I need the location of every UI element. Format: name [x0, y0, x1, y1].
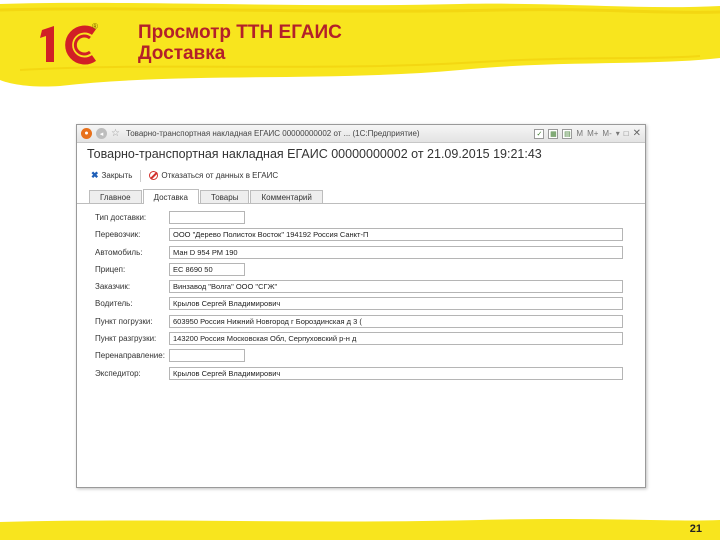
link-icon[interactable]: ✓ [534, 128, 545, 139]
slide: ® Просмотр ТТН ЕГАИС Доставка ● ◂ ☆ Това… [0, 0, 720, 540]
trailer-label: Прицеп: [95, 264, 126, 274]
form-row-vehicle: Автомобиль: Ман D 954 РМ 190 [77, 245, 645, 262]
form-row-carrier: Перевозчик: ООО "Дерево Полисток Восток"… [77, 227, 645, 244]
menu-chevron-icon[interactable]: ▾ [616, 129, 620, 138]
toolbar-separator [140, 169, 142, 182]
vehicle-field[interactable]: Ман D 954 РМ 190 [169, 245, 623, 259]
command-bar: ✖ Закрыть Отказаться от данных в ЕГАИС [77, 165, 645, 183]
vehicle-label: Автомобиль: [95, 247, 143, 257]
close-button[interactable]: ✖ Закрыть [91, 170, 132, 181]
tab-comment[interactable]: Комментарий [250, 190, 323, 203]
favorite-star-icon[interactable]: ☆ [111, 128, 120, 139]
logo-registered-mark: ® [92, 22, 98, 31]
close-button-label: Закрыть [101, 171, 133, 180]
calendar-icon[interactable]: ▦ [548, 128, 559, 139]
customer-label: Заказчик: [95, 282, 131, 292]
form-row-customer: Заказчик: Винзавод "Волга" ООО "СГЖ" [77, 279, 645, 296]
form-row-loading-point: Пункт погрузки: 603950 Россия Нижний Нов… [77, 314, 645, 331]
memory-minus-button[interactable]: M- [602, 129, 611, 138]
close-x-icon: ✖ [91, 170, 99, 180]
form-row-unloading-point: Пункт разгрузки: 143200 Россия Московска… [77, 331, 645, 348]
unloading-point-field[interactable]: 143200 Россия Московская Обл, Серпуховск… [169, 332, 623, 346]
prohibited-icon [149, 171, 159, 180]
slide-title-line2: Доставка [138, 43, 226, 64]
1c-logo [40, 25, 97, 65]
document-window: ● ◂ ☆ Товарно-транспортная накладная ЕГА… [76, 124, 646, 488]
back-icon[interactable]: ◂ [96, 128, 107, 139]
reject-data-label: Отказаться от данных в ЕГАИС [161, 171, 279, 180]
form-row-driver: Водитель: Крылов Сергей Владимирович [77, 296, 645, 313]
carrier-field[interactable]: ООО "Дерево Полисток Восток" 194192 Росс… [169, 228, 623, 242]
close-icon[interactable]: ✕ [633, 128, 641, 139]
memory-plus-button[interactable]: M+ [587, 129, 598, 138]
forwarder-label: Экспедитор: [95, 368, 141, 378]
form-row-forwarder: Экспедитор: Крылов Сергей Владимирович [77, 366, 645, 383]
driver-field[interactable]: Крылов Сергей Владимирович [169, 297, 623, 311]
window-controls: ✓ ▦ ▤ M M+ M- ▾ □ ✕ [534, 128, 641, 139]
loading-point-label: Пункт погрузки: [95, 316, 153, 326]
redirect-field[interactable] [169, 349, 245, 363]
page-number: 21 [689, 523, 702, 535]
form-row-trailer: Прицеп: ЕС 8690 50 [77, 262, 645, 279]
slide-title: Просмотр ТТН ЕГАИС Доставка [138, 22, 342, 64]
footer-strip [0, 519, 720, 540]
trailer-field[interactable]: ЕС 8690 50 [169, 262, 245, 276]
customer-field[interactable]: Винзавод "Волга" ООО "СГЖ" [169, 280, 623, 294]
tab-bar: Главное Доставка Товары Комментарий [77, 189, 645, 204]
window-titlebar: ● ◂ ☆ Товарно-транспортная накладная ЕГА… [77, 125, 645, 143]
loading-point-field[interactable]: 603950 Россия Нижний Новгород г Бороздин… [169, 314, 623, 328]
carrier-label: Перевозчик: [95, 230, 141, 240]
restore-button[interactable]: □ [624, 129, 629, 138]
redirect-label: Перенаправление: [95, 351, 165, 361]
unloading-point-label: Пункт разгрузки: [95, 334, 157, 344]
app-menu-icon[interactable]: ● [81, 128, 92, 139]
tab-goods[interactable]: Товары [199, 190, 250, 203]
window-title: Товарно-транспортная накладная ЕГАИС 000… [125, 129, 420, 138]
slide-title-line1: Просмотр ТТН ЕГАИС [138, 22, 342, 43]
reject-data-button[interactable]: Отказаться от данных в ЕГАИС [149, 171, 278, 180]
document-title: Товарно-транспортная накладная ЕГАИС 000… [87, 147, 542, 161]
delivery-type-label: Тип доставки: [95, 213, 147, 222]
memory-button[interactable]: M [576, 129, 583, 138]
form-row-delivery-type: Тип доставки: [77, 210, 645, 227]
tab-delivery[interactable]: Доставка [142, 189, 199, 204]
tab-main[interactable]: Главное [89, 190, 142, 203]
forwarder-field[interactable]: Крылов Сергей Владимирович [169, 366, 623, 380]
form-row-redirect: Перенаправление: [77, 348, 645, 365]
driver-label: Водитель: [95, 299, 133, 309]
delivery-form: Тип доставки: Перевозчик: ООО "Дерево По… [77, 204, 645, 383]
delivery-type-field[interactable] [169, 211, 245, 224]
calculator-icon[interactable]: ▤ [562, 128, 573, 139]
